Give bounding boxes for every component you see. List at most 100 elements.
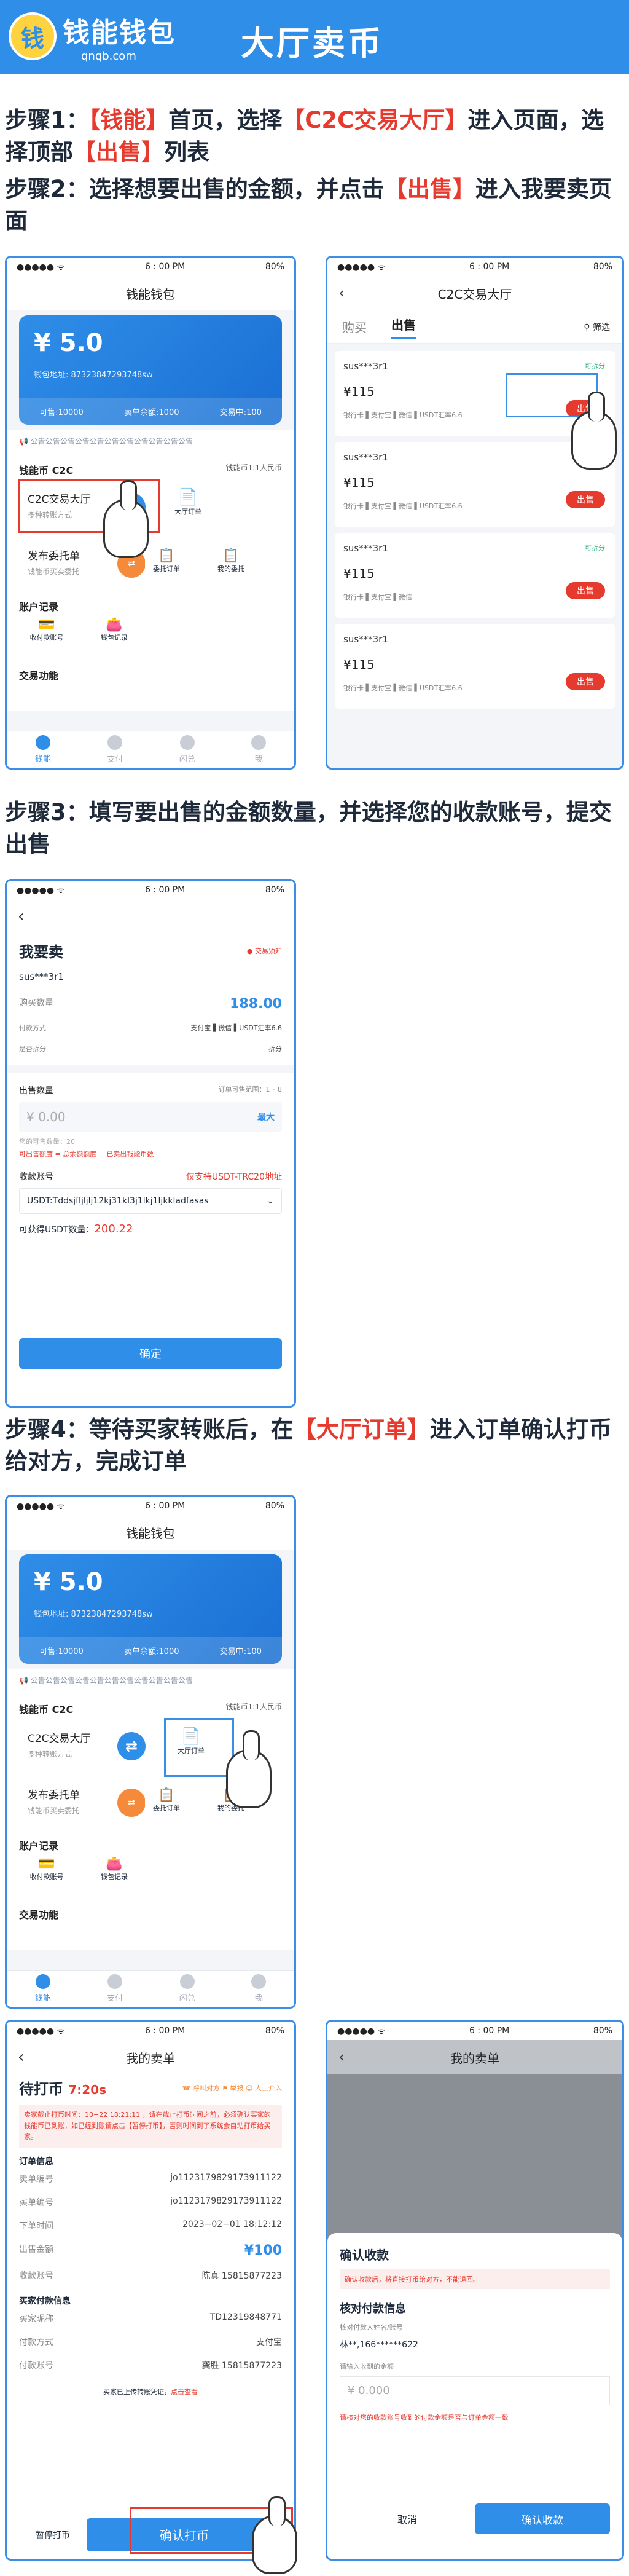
tab-me[interactable]: 我 xyxy=(251,735,267,764)
list-icon: 📋 xyxy=(158,1787,175,1803)
list-icon: 📋 xyxy=(158,548,175,564)
status-bar: ●●●●● ᯤ6 : 00 PM 80% xyxy=(327,2022,622,2040)
balance-card: ¥ 5.0 钱包地址: 87323847293748sw 可售:10000 卖单余… xyxy=(19,1554,282,1664)
tab-qianneng[interactable]: 钱能 xyxy=(35,735,51,764)
card-icon: 💳 xyxy=(38,1856,55,1872)
logo: 钱 钱能钱包 qnqb.com xyxy=(9,9,193,64)
tab-pay[interactable]: 支付 xyxy=(107,1974,123,2003)
filter-button[interactable]: ⚲ 筛选 xyxy=(584,321,610,333)
step3-text: 步骤3：填写要出售的金额数量，并选择您的收款账号，提交出售 xyxy=(5,799,612,857)
countdown-timer: 7:20s xyxy=(68,2082,107,2097)
amount-input[interactable]: ¥ 0.00 最大 xyxy=(19,1102,282,1132)
status-bar: ●●●●● ᯤ6 : 00 PM 80% xyxy=(7,258,294,276)
deadline-warning: 卖家截止打币时间：10−22 18:21:11 ，请在截止打币时间之前，必须确认… xyxy=(19,2105,282,2148)
tab-swap[interactable]: 闪兑 xyxy=(179,1974,195,2003)
trade-notice-link[interactable]: ● 交易须知 xyxy=(247,946,282,956)
status-bar: ●●●●● ᯤ6 : 00 PM 80% xyxy=(7,2022,294,2040)
status-bar: ●●●●● ᯤ6 : 00 PM 80% xyxy=(7,1497,294,1515)
qty-value: 188.00 xyxy=(230,996,282,1012)
page-title: 大厅卖币 xyxy=(241,24,383,63)
nav-bar: 钱能钱包 xyxy=(7,1515,294,1550)
card-icon: 💳 xyxy=(38,617,55,632)
back-icon[interactable]: ‹ xyxy=(18,2048,24,2066)
sell-title: 我要卖 xyxy=(19,943,63,961)
tab-sell[interactable]: 出售 xyxy=(391,315,416,339)
trading-stat: 交易中:100 xyxy=(219,408,262,417)
nav-bar: ‹ C2C交易大厅 xyxy=(327,276,622,310)
receive-account-tile[interactable]: 💳 收付款账号 xyxy=(19,1856,74,1896)
status-bar: ●●●●● ᯤ6 : 00 PM 80% xyxy=(7,881,294,899)
call-icon[interactable]: ☎ xyxy=(182,2084,192,2092)
tab-qianneng[interactable]: 钱能 xyxy=(35,1974,51,2003)
back-icon[interactable]: ‹ xyxy=(18,907,24,926)
nav-bar: ‹ 我的卖单 xyxy=(327,2040,622,2074)
phone-confirm-dialog: ●●●●● ᯤ6 : 00 PM 80% ‹ 我的卖单 确认收款 确认收款后，将直接… xyxy=(326,2020,624,2561)
max-button[interactable]: 最大 xyxy=(257,1111,275,1123)
chevron-down-icon: ⌄ xyxy=(267,1196,274,1206)
hall-tabs: 购买 出售 ⚲ 筛选 xyxy=(327,310,622,344)
receive-account-tile[interactable]: 💳 收付款账号 xyxy=(19,617,74,656)
hall-orders-tile[interactable]: 📄 大厅订单 xyxy=(160,482,216,531)
wallet-icon: 👛 xyxy=(106,617,123,632)
seller-user: sus***3r1 xyxy=(19,971,64,982)
c2c-hall-tile[interactable]: C2C交易大厅多种转账方式 ⇄ xyxy=(19,1721,154,1770)
tab-me[interactable]: 我 xyxy=(251,1974,267,2003)
my-entrust-tile[interactable]: 📋我的委托 xyxy=(209,543,252,583)
tab-bar: 钱能 支付 闪兑 我 xyxy=(7,1970,294,2007)
tab-bar: 钱能 支付 闪兑 我 xyxy=(7,731,294,768)
sell-button[interactable]: 出售 xyxy=(566,673,605,690)
entrust-orders-tile[interactable]: 📋 委托订单 xyxy=(145,543,188,583)
sell-button[interactable]: 出售 xyxy=(566,491,605,508)
entrust-icon: ⇄ xyxy=(117,1789,146,1817)
pointer-hand-icon xyxy=(103,480,149,558)
view-proof-link[interactable]: 点击查看 xyxy=(171,2388,198,2396)
phone-my-order: ●●●●● ᯤ6 : 00 PM 80% ‹ 我的卖单 待打币 7:20s ☎ 呼叫… xyxy=(5,2020,296,2561)
step1-text: 步骤1：【钱能】首页，选择【C2C交易大厅】进入页面，选择顶部【出售】列表 xyxy=(5,107,604,165)
entrust-orders-tile[interactable]: 📋 委托订单 xyxy=(145,1782,188,1822)
wallet-logo-icon: 钱 xyxy=(9,12,57,60)
document-icon: 📄 xyxy=(178,488,198,506)
amount-input[interactable]: ¥ 0.000 xyxy=(340,2376,610,2405)
tab-swap[interactable]: 闪兑 xyxy=(179,735,195,764)
step4-text: 步骤4：等待买家转账后，在【大厅订单】进入订单确认打币给对方，完成订单 xyxy=(5,1416,612,1475)
step2-text: 步骤2：选择想要出售的金额，并点击【出售】进入我要卖页面 xyxy=(5,176,612,234)
cancel-button[interactable]: 取消 xyxy=(340,2511,475,2526)
nav-bar: ‹ xyxy=(7,899,294,934)
list-item: sus***3r1 ¥115 银行卡 ▌支付宝 ▌微信 可拆分 出售 xyxy=(335,533,615,618)
pause-button[interactable]: 暂停打币 xyxy=(19,2529,87,2541)
header-banner: 钱 钱能钱包 qnqb.com 大厅卖币 xyxy=(0,0,629,74)
logo-text: 钱能钱包 xyxy=(63,17,176,49)
post-entrust-tile[interactable]: 发布委托单 钱能币买卖委托 ⇄ xyxy=(19,1778,222,1827)
nav-bar: 钱能钱包 xyxy=(7,276,294,310)
pointer-hand-icon xyxy=(226,1730,272,1808)
wallet-record-tile[interactable]: 👛 钱包记录 xyxy=(87,1856,142,1896)
exchange-icon: ⇄ xyxy=(117,1732,146,1760)
available-stat: 可售:10000 xyxy=(39,408,84,417)
page: 钱 钱能钱包 qnqb.com 大厅卖币 步骤1：【钱能】首页，选择【C2C交易… xyxy=(0,0,629,2576)
status-bar: ●●●●● ᯤ6 : 00 PM 80% xyxy=(327,258,622,276)
wallet-record-tile[interactable]: 👛 钱包记录 xyxy=(87,617,142,656)
notice-bar[interactable]: 📢 公告公告公告公告公告公告公告公告公告公告公告 xyxy=(7,1669,294,1692)
sell-button[interactable]: 出售 xyxy=(566,582,605,599)
notice-bar[interactable]: 📢 公告公告公告公告公告公告公告公告公告公告公告 xyxy=(7,430,294,452)
balance-card: ¥ 5.0 钱包地址: 87323847293748sw 可售:10000 卖单… xyxy=(19,315,282,425)
wallet-icon: 👛 xyxy=(106,1856,123,1872)
list-item: sus***3r1 ¥115 银行卡 ▌支付宝 ▌微信 ▌USDT汇率6.6 出售 xyxy=(335,624,615,709)
list-icon: 📋 xyxy=(222,548,240,564)
phone-c2c-hall: ●●●●● ᯤ6 : 00 PM 80% ‹ C2C交易大厅 购买 出售 ⚲ 筛选 … xyxy=(326,256,624,770)
confirm-sheet: 确认收款 确认收款后，将直接打币给对方，不能退回。 核对付款信息 核对付款人姓名… xyxy=(327,2233,622,2559)
back-icon[interactable]: ‹ xyxy=(338,284,345,302)
logo-sub: qnqb.com xyxy=(81,49,136,63)
support-icon[interactable]: ☺ xyxy=(246,2084,255,2092)
report-icon[interactable]: ⚑ xyxy=(222,2084,230,2092)
filter-icon: ⚲ xyxy=(584,322,593,333)
seller-balance-stat: 卖单余额:1000 xyxy=(124,408,179,417)
tab-buy[interactable]: 购买 xyxy=(342,318,367,336)
sell-highlight xyxy=(506,373,598,417)
tab-pay[interactable]: 支付 xyxy=(107,735,123,764)
account-select[interactable]: USDT:Tddsjfljljlj12kj31kl3j1lkj1ljkkladf… xyxy=(19,1188,282,1214)
confirm-receipt-button[interactable]: 确认收款 xyxy=(475,2503,610,2534)
confirm-button[interactable]: 确定 xyxy=(19,1338,282,1369)
pointer-hand-icon xyxy=(252,2496,297,2574)
wallet-address: 钱包地址: 87323847293748sw xyxy=(34,371,153,380)
